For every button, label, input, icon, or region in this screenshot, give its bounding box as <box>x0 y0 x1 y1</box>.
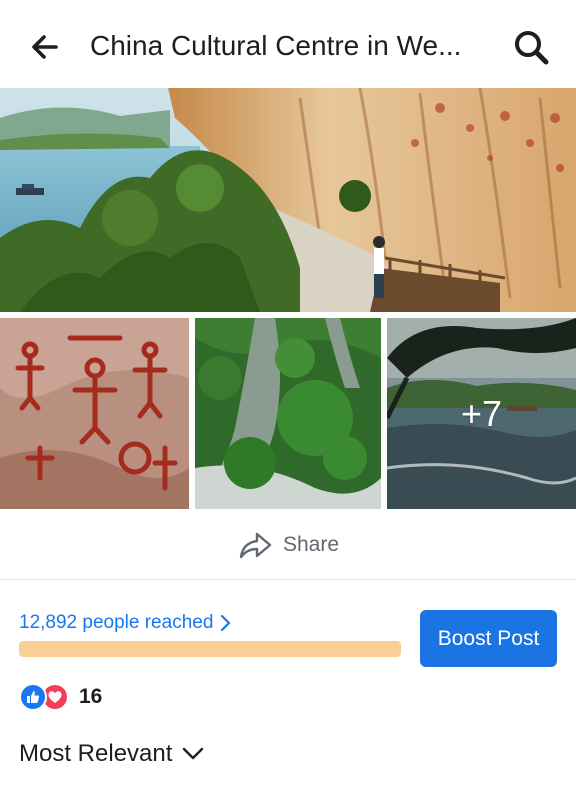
arrow-left-icon <box>32 35 58 59</box>
boost-post-button[interactable]: Boost Post <box>420 610 557 667</box>
chevron-down-icon <box>183 747 204 760</box>
more-photos-count: +7 <box>460 392 503 434</box>
like-reaction-icon <box>19 683 47 711</box>
post-actions: Share <box>0 510 576 580</box>
chevron-right-icon <box>221 614 231 632</box>
post-photo-main[interactable] <box>0 88 576 312</box>
post-photo-2[interactable] <box>0 318 189 509</box>
reach-progress-fill <box>19 641 401 657</box>
more-photos-overlay[interactable]: +7 <box>387 318 576 509</box>
reach-progress-bar <box>19 641 401 657</box>
search-button[interactable] <box>510 26 552 68</box>
page-title: China Cultural Centre in We... <box>90 30 462 61</box>
reaction-count: 16 <box>79 685 103 708</box>
share-icon <box>239 532 272 558</box>
people-reached-text: 12,892 people reached <box>19 612 214 633</box>
post-photo-3[interactable] <box>195 318 381 509</box>
back-button[interactable] <box>26 28 64 66</box>
share-label: Share <box>282 532 340 556</box>
people-reached-link[interactable]: 12,892 people reached <box>19 612 231 634</box>
reactions-summary[interactable]: 16 <box>19 682 102 712</box>
search-icon <box>515 31 549 65</box>
comment-sort-label: Most Relevant <box>19 740 173 767</box>
post-photo-4[interactable]: +7 <box>387 318 576 509</box>
top-bar: China Cultural Centre in We... <box>0 0 576 88</box>
share-button[interactable]: Share <box>237 529 339 561</box>
comment-sort-dropdown[interactable]: Most Relevant <box>19 740 204 768</box>
